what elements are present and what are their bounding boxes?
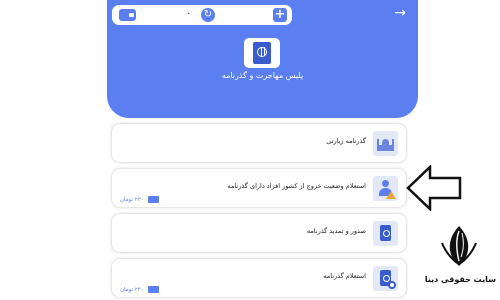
passport-globe-icon — [244, 38, 280, 68]
service-title: صدور و تمدید گذرنامه — [306, 227, 366, 235]
page-title: پلیس مهاجرت و گذرنامه — [221, 71, 304, 80]
quill-logo-icon — [441, 226, 477, 266]
site-watermark: سایت حقوقی دینا — [424, 225, 496, 300]
add-credit-icon[interactable]: + — [273, 8, 287, 22]
pointer-arrow-icon — [406, 165, 462, 211]
service-card-exit-status-inquiry[interactable]: استعلام وضعیت خروج از کشور افراد دارای گ… — [112, 169, 406, 207]
person-warning-icon — [373, 176, 398, 201]
refresh-icon[interactable]: ↻ — [201, 8, 215, 22]
app-header: ۰ ↻ + → پلیس مهاجرت و گذرنامه — [107, 0, 418, 118]
watermark-text: سایت حقوقی دینا — [424, 275, 496, 284]
passport-icon — [373, 221, 398, 246]
price-card-icon — [148, 196, 159, 203]
service-card-passport-inquiry[interactable]: استعلام گذرنامه ۲۲۰۰ تومان — [112, 259, 406, 297]
service-price: ۲۲۰۰ تومان — [120, 197, 147, 203]
wallet-balance: ۰ — [186, 8, 192, 19]
service-price: ۲۲۰۰ تومان — [120, 287, 147, 293]
arrow-right-icon[interactable]: → — [394, 5, 406, 21]
service-title: استعلام وضعیت خروج از کشور افراد دارای گ… — [227, 182, 366, 190]
passport-search-icon — [373, 266, 398, 291]
mosque-icon — [373, 131, 398, 156]
wallet-icon[interactable] — [119, 9, 136, 21]
wallet-bar[interactable]: ۰ ↻ + — [112, 5, 292, 25]
service-title: استعلام گذرنامه — [323, 272, 366, 280]
service-card-issue-renew-passport[interactable]: صدور و تمدید گذرنامه — [112, 214, 406, 252]
service-title: گذرنامه زیارتی — [326, 137, 366, 145]
service-card-pilgrimage-passport[interactable]: گذرنامه زیارتی — [112, 124, 406, 162]
price-card-icon — [148, 286, 159, 293]
